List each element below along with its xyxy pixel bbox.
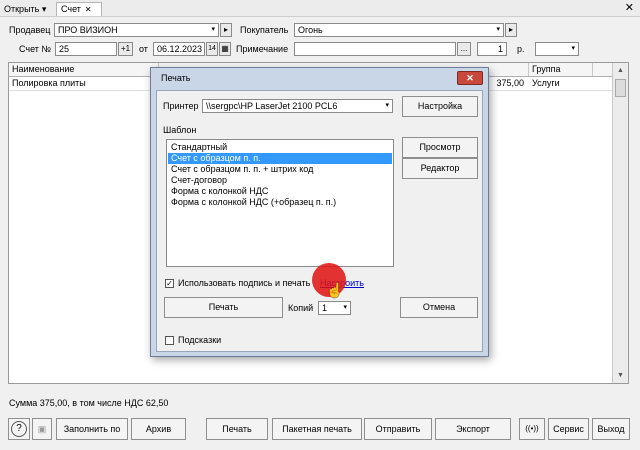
chevron-down-icon: ▾ [571, 45, 575, 52]
top-tab-bar: Открыть ▾ Счет ✕ ✕ [0, 0, 640, 17]
buyer-label: Покупатель [240, 25, 289, 35]
invoice-number-label: Счет № [19, 44, 52, 54]
chevron-down-icon: ▾ [496, 26, 500, 33]
save-icon: ▣ [37, 424, 47, 434]
buyer-value: Огонь [298, 25, 323, 35]
dialog-print-button[interactable]: Печать [164, 297, 283, 318]
total-summary: Сумма 375,00, в том числе НДС 62,50 [9, 398, 169, 408]
print-button[interactable]: Печать [206, 418, 268, 440]
send-button[interactable]: Отправить [364, 418, 432, 440]
template-item[interactable]: Форма с колонкой НДС (+образец п. п.) [168, 197, 392, 208]
use-signature-checkbox[interactable]: ✓ [165, 279, 174, 288]
printer-select[interactable]: \\sergpc\HP LaserJet 2100 PCL6 ▾ [202, 99, 393, 113]
grid-scrollbar[interactable]: ▲ ▼ [612, 63, 628, 383]
printer-value: \\sergpc\HP LaserJet 2100 PCL6 [206, 101, 338, 111]
scroll-down-icon[interactable]: ▼ [615, 370, 626, 381]
increment-button[interactable]: +1 [118, 42, 133, 56]
buyer-open-button[interactable]: ▸ [505, 23, 517, 37]
seller-open-button[interactable]: ▸ [220, 23, 232, 37]
note-label: Примечание [236, 44, 289, 54]
cell-group: Услуги [532, 78, 560, 88]
tab-invoice[interactable]: Счет ✕ [56, 2, 102, 16]
fill-by-button[interactable]: Заполнить по [56, 418, 128, 440]
batch-print-button[interactable]: Пакетная печать [272, 418, 362, 440]
note-ellipsis-button[interactable]: ... [457, 42, 471, 56]
template-list[interactable]: Стандартный Счет с образцом п. п. Счет с… [166, 139, 394, 267]
preview-button[interactable]: Просмотр [402, 137, 478, 158]
chevron-down-icon: ▾ [343, 304, 347, 311]
date-day-button[interactable]: 14 [206, 42, 218, 56]
cancel-button[interactable]: Отмена [400, 297, 478, 318]
column-header-group[interactable]: Группа [529, 63, 593, 76]
buyer-select[interactable]: Огонь ▾ [294, 23, 504, 37]
scroll-thumb[interactable] [615, 79, 626, 97]
hints-checkbox[interactable] [165, 336, 174, 345]
help-icon: ? [11, 421, 27, 437]
print-dialog: Печать ✕ Принтер \\sergpc\HP LaserJet 21… [150, 67, 489, 357]
dialog-title: Печать [161, 73, 191, 83]
copies-value: 1 [322, 303, 328, 313]
exit-button[interactable]: Выход [592, 418, 630, 440]
broadcast-button[interactable]: ((•)) [519, 418, 545, 440]
chevron-down-icon: ▾ [211, 26, 215, 33]
printer-settings-button[interactable]: Настройка [402, 96, 478, 117]
seller-label: Продавец [9, 25, 51, 35]
use-signature-label: Использовать подпись и печать [178, 278, 311, 288]
column-header-name[interactable]: Наименование [9, 63, 159, 76]
save-button[interactable]: ▣ [32, 418, 52, 440]
date-from-label: от [139, 44, 148, 54]
template-item[interactable]: Стандартный [168, 142, 392, 153]
tab-invoice-label: Счет [61, 4, 81, 14]
currency-select[interactable]: ▾ [535, 42, 579, 56]
printer-label: Принтер [163, 101, 199, 111]
template-item[interactable]: Счет-договор [168, 175, 392, 186]
window-close-icon[interactable]: ✕ [625, 1, 634, 15]
editor-button[interactable]: Редактор [402, 158, 478, 179]
dialog-close-button[interactable]: ✕ [457, 71, 483, 85]
invoice-number-input[interactable]: 25 [55, 42, 117, 56]
date-input[interactable]: 06.12.2023 [153, 42, 205, 56]
count-input[interactable]: 1 [477, 42, 507, 56]
currency-label: р. [517, 44, 525, 54]
scroll-up-icon[interactable]: ▲ [615, 65, 626, 76]
chevron-down-icon: ▾ [385, 102, 389, 109]
copies-select[interactable]: 1 ▾ [318, 301, 351, 315]
service-button[interactable]: Сервис [548, 418, 589, 440]
help-button[interactable]: ? [8, 418, 30, 440]
hand-cursor-icon: ☝ [326, 282, 344, 298]
template-item[interactable]: Форма с колонкой НДС [168, 186, 392, 197]
template-label: Шаблон [163, 125, 197, 135]
archive-button[interactable]: Архив [131, 418, 186, 440]
dialog-body: Принтер \\sergpc\HP LaserJet 2100 PCL6 ▾… [156, 90, 483, 352]
tab-close-icon[interactable]: ✕ [85, 5, 92, 14]
seller-value: ПРО ВИЗИОН [58, 25, 118, 35]
seller-select[interactable]: ПРО ВИЗИОН ▾ [54, 23, 219, 37]
open-menu-button[interactable]: Открыть ▾ [4, 3, 46, 15]
cell-amount: 375,00 [496, 78, 524, 88]
export-button[interactable]: Экспорт [435, 418, 511, 440]
broadcast-icon: ((•)) [525, 424, 539, 433]
note-input[interactable] [294, 42, 456, 56]
hints-label: Подсказки [178, 335, 222, 345]
template-item[interactable]: Счет с образцом п. п. + штрих код [168, 164, 392, 175]
cell-name: Полировка плиты [12, 78, 86, 88]
template-item-selected[interactable]: Счет с образцом п. п. [168, 153, 392, 164]
copies-label: Копий [288, 303, 314, 313]
calendar-icon[interactable]: ▦ [219, 42, 231, 56]
